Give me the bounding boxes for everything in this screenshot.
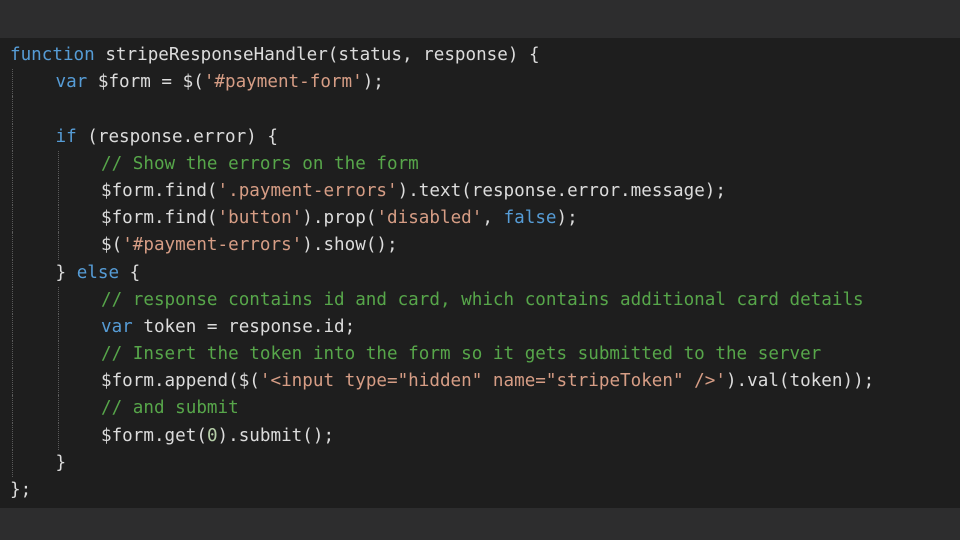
code-token-keyword: var	[101, 316, 133, 337]
indent-guide	[12, 205, 13, 233]
code-line: $form.find('button').prop('disabled', fa…	[10, 205, 874, 233]
code-token-ident: $form.append($(	[101, 371, 260, 392]
code-token-keyword: false	[503, 208, 557, 229]
bottom-letterbox	[0, 508, 960, 540]
code-line	[10, 96, 874, 124]
code-token-keyword: else	[76, 262, 120, 283]
indent-guide	[12, 177, 13, 206]
indent-guide	[12, 395, 13, 423]
code-line: if (response.error) {	[10, 123, 874, 151]
indent-guide	[57, 395, 59, 423]
code-line: // response contains id and card, which …	[10, 286, 874, 314]
code-line: $form.get(0).submit();	[10, 422, 874, 450]
indent-guide	[57, 205, 59, 233]
indent-guide	[12, 150, 13, 178]
code-token-keyword: if	[55, 126, 77, 147]
indent-guide	[12, 286, 13, 314]
code-token-comment: // Show the errors on the form	[101, 153, 419, 174]
indent-guide	[12, 341, 13, 369]
code-token-punct: ,	[482, 208, 504, 229]
indent-guide	[12, 96, 13, 124]
code-token-punct: {	[119, 262, 141, 283]
indent-guide	[12, 313, 13, 342]
code-line: } else {	[10, 259, 874, 287]
indent-guide	[57, 232, 59, 260]
code-token-punct: }	[55, 262, 77, 283]
code-line: $form.append($('<input type="hidden" nam…	[10, 368, 875, 396]
code-token-punct: (status, response) {	[327, 45, 540, 65]
code-token-ident: token = response.id;	[132, 316, 356, 337]
code-token-string: '<input type="hidden" name="stripeToken"…	[259, 371, 726, 392]
code-token-ident: $form.find(	[101, 180, 218, 201]
code-token-ident: $form.find(	[101, 208, 218, 229]
code-token-keyword: var	[55, 72, 88, 93]
code-token-keyword: function	[10, 45, 95, 65]
code-line: }	[10, 449, 874, 477]
code-line: };	[10, 477, 874, 504]
code-token-ident: ).val(token));	[725, 371, 875, 392]
code-token-punct: }	[55, 452, 67, 473]
code-line: var $form = $('#payment-form');	[10, 69, 874, 97]
indent-guide	[12, 449, 13, 477]
top-letterbox	[0, 0, 960, 38]
code-token-string: '#payment-errors'	[122, 235, 303, 256]
code-token-string: '#payment-form'	[203, 72, 363, 93]
code-token-comment: // Insert the token into the form so it …	[101, 344, 822, 365]
code-line: function stripeResponseHandler(status, r…	[10, 42, 874, 69]
code-line: // Insert the token into the form so it …	[10, 341, 874, 369]
code-token-comment: // response contains id and card, which …	[101, 289, 864, 310]
code-line: // and submit	[10, 395, 874, 423]
indent-guide	[12, 368, 13, 396]
code-token-punct: );	[556, 208, 578, 229]
indent-guide	[57, 368, 59, 396]
indent-guide	[12, 123, 13, 151]
code-token-ident: ).prop(	[302, 208, 377, 229]
code-token-punct: );	[362, 72, 384, 93]
code-token-ident: ).show();	[302, 235, 398, 256]
code-lines: function stripeResponseHandler(status, r…	[10, 42, 874, 504]
code-token-string: '.payment-errors'	[217, 180, 398, 201]
indent-guide	[12, 259, 13, 287]
code-token-ident: (response.error) {	[76, 126, 278, 147]
indent-guide	[12, 232, 13, 260]
indent-guide	[12, 422, 13, 450]
code-token-comment: // and submit	[101, 398, 239, 419]
code-line: var token = response.id;	[10, 313, 874, 342]
indent-guide	[57, 313, 59, 342]
code-line: $form.find('.payment-errors').text(respo…	[10, 177, 874, 206]
code-token-ident: $form.get(	[101, 425, 207, 446]
indent-guide	[57, 177, 59, 206]
code-token-ident: ).submit();	[217, 425, 335, 446]
indent-guide	[57, 150, 59, 178]
code-token-ident: stripeResponseHandler	[94, 45, 328, 65]
code-line: $('#payment-errors').show();	[10, 232, 874, 260]
code-token-ident: $(	[101, 235, 123, 256]
indent-guide	[12, 69, 13, 97]
code-token-ident: ).text(response.error.message);	[397, 180, 726, 201]
code-token-string: 'button'	[217, 208, 303, 229]
code-editor[interactable]: function stripeResponseHandler(status, r…	[0, 38, 960, 508]
code-token-string: 'disabled'	[376, 208, 483, 229]
indent-guide	[57, 286, 59, 314]
code-line: // Show the errors on the form	[10, 150, 874, 178]
code-token-ident: $form = $(	[87, 72, 204, 93]
code-token-punct: };	[10, 480, 32, 500]
indent-guide	[57, 341, 59, 369]
code-token-number: 0	[206, 425, 218, 446]
indent-guide	[57, 422, 59, 450]
